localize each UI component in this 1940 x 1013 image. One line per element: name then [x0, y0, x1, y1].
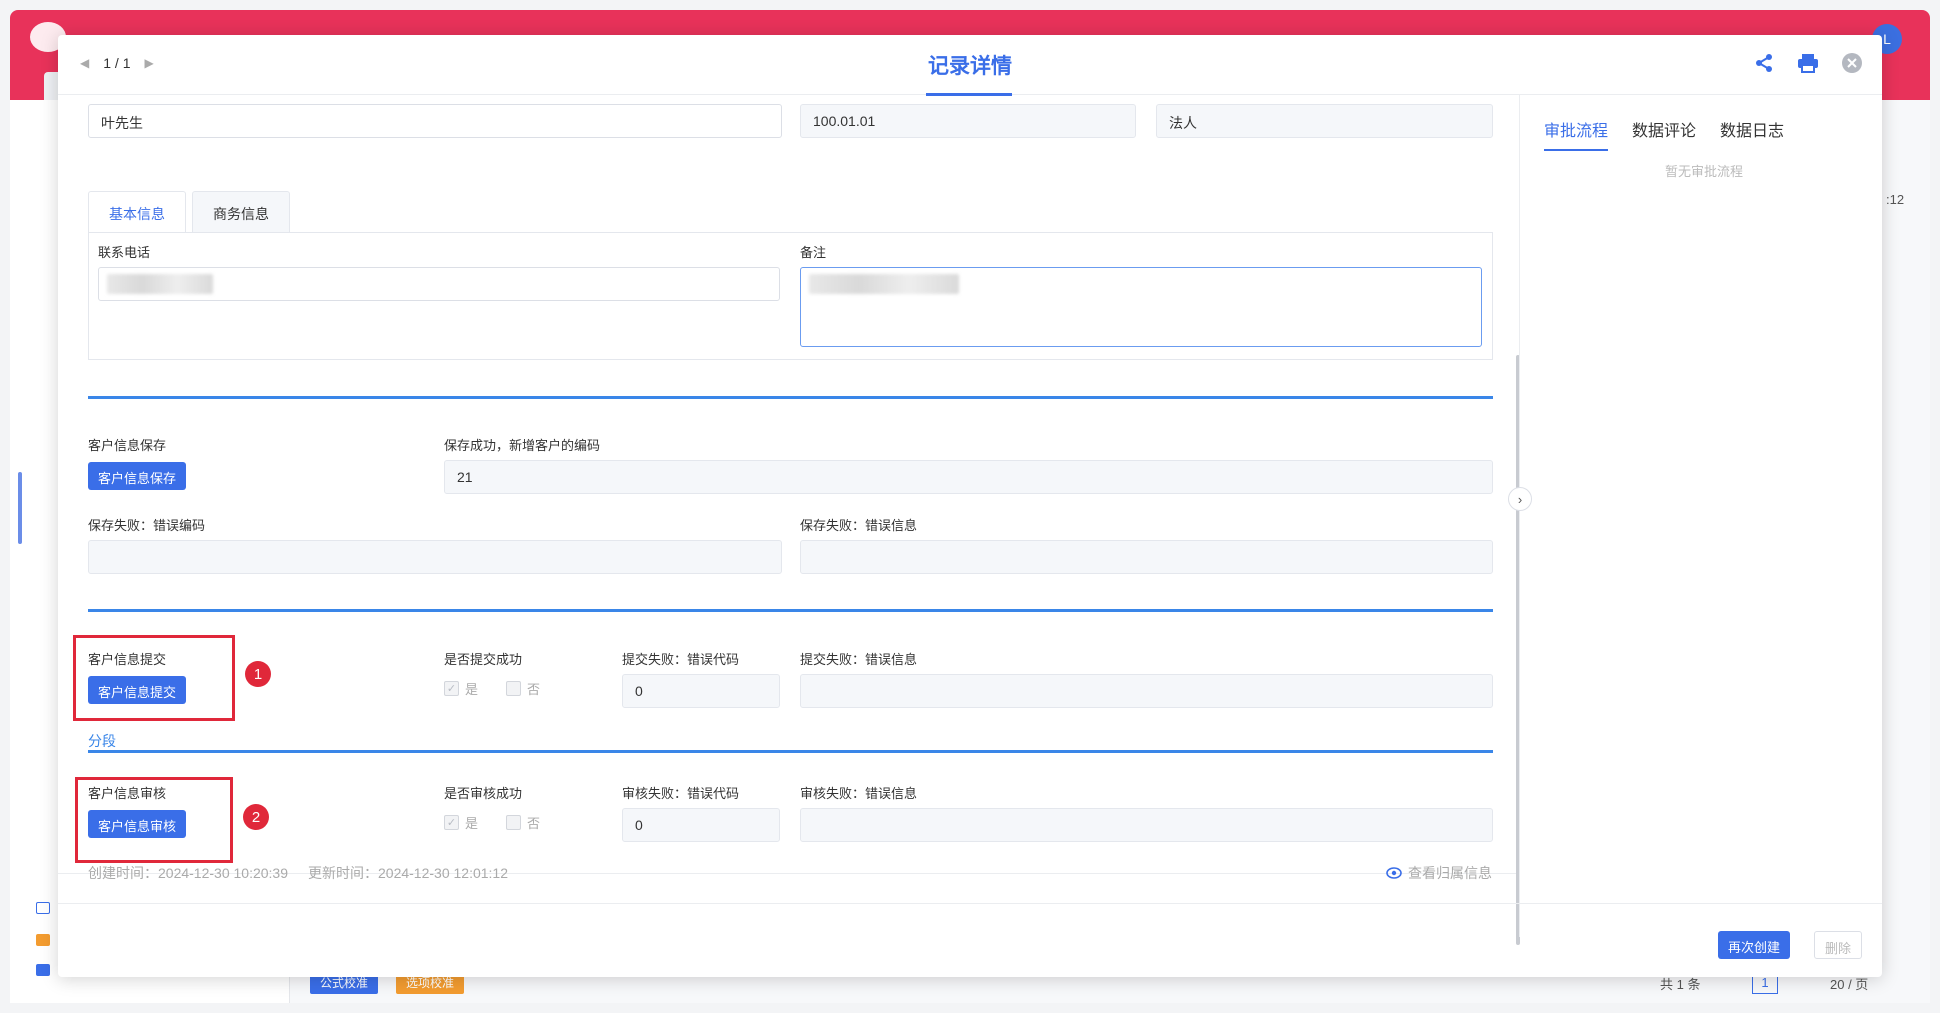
tab-basic-info[interactable]: 基本信息 [88, 191, 186, 233]
checkbox-icon [506, 681, 521, 696]
checkbox-icon [506, 815, 521, 830]
tab-business-info[interactable]: 商务信息 [192, 191, 290, 233]
submit-success-label: 是否提交成功 [444, 652, 523, 667]
customer-type-field: 法人 [1156, 104, 1493, 138]
customer-review-button[interactable]: 客户信息审核 [88, 810, 187, 838]
remark-label: 备注 [800, 245, 827, 260]
recreate-button[interactable]: 再次创建 [1718, 931, 1791, 959]
modal-title: 记录详情 [928, 55, 1012, 78]
section-divider [88, 609, 1493, 612]
print-icon[interactable] [1796, 51, 1820, 75]
record-form: 叶先生 100.01.01 法人 基本信息 商务信息 联系电话 备注 客户信息保… [58, 95, 1519, 875]
approval-empty-text: 暂无审批流程 [1664, 164, 1743, 179]
review-no-checkbox: 否 [506, 813, 540, 832]
review-section-label: 客户信息审核 [88, 786, 167, 801]
record-timestamps: 创建时间：2024-12-30 10:20:39 更新时间：2024-12-30… [88, 863, 508, 883]
remark-field[interactable] [800, 267, 1482, 347]
table-icon[interactable] [36, 934, 50, 946]
remark-redacted [809, 274, 959, 294]
submit-err-msg-label: 提交失败：错误信息 [800, 652, 918, 667]
step-badge-2: 2 [243, 804, 269, 830]
phone-redacted [107, 274, 213, 294]
view-owner-label: 查看归属信息 [1408, 865, 1492, 881]
eye-icon [1386, 867, 1402, 879]
submit-yes-checkbox: ✓ 是 [444, 679, 478, 698]
share-icon[interactable] [1752, 51, 1776, 75]
tab-data-comments[interactable]: 数据评论 [1632, 117, 1696, 151]
sidebar-scroll-indicator [18, 472, 22, 544]
created-time: 创建时间：2024-12-30 10:20:39 [88, 865, 288, 881]
right-panel-tabs: 审批流程 数据评论 数据日志 [1544, 117, 1784, 151]
customer-submit-button[interactable]: 客户信息提交 [88, 676, 187, 704]
bg-time-fragment: :12 [1886, 192, 1905, 207]
save-section-label: 客户信息保存 [88, 438, 167, 453]
modal-footer-divider [58, 903, 1882, 904]
save-err-msg-label: 保存失败：错误信息 [800, 518, 918, 533]
modal-header: ◀ 1 / 1 ▶ 记录详情 [58, 35, 1882, 96]
review-err-msg-field [800, 808, 1493, 842]
checkbox-checked-icon: ✓ [444, 681, 459, 696]
submit-section-label: 客户信息提交 [88, 652, 167, 667]
customer-name-field[interactable]: 叶先生 [88, 104, 782, 138]
tab-data-log[interactable]: 数据日志 [1720, 117, 1784, 151]
review-err-code-label: 审核失败：错误代码 [622, 786, 740, 801]
save-err-msg-field [800, 540, 1493, 574]
submit-no-checkbox: 否 [506, 679, 540, 698]
review-no-label: 否 [527, 816, 541, 831]
review-err-code-field: 0 [622, 808, 780, 842]
info-tabs: 基本信息 商务信息 [88, 191, 296, 233]
submit-no-label: 否 [527, 682, 541, 697]
submit-err-code-label: 提交失败：错误代码 [622, 652, 740, 667]
panel-divider [1519, 95, 1520, 937]
review-yes-checkbox: ✓ 是 [444, 813, 478, 832]
record-detail-modal: ◀ 1 / 1 ▶ 记录详情 叶先生 100.01.01 法人 基本信息 商务信… [58, 35, 1882, 977]
tab-approval-flow[interactable]: 审批流程 [1544, 117, 1609, 151]
folder-icon[interactable] [36, 964, 50, 976]
customer-code-field: 100.01.01 [800, 104, 1136, 138]
save-err-code-field [88, 540, 782, 574]
section-divider [88, 396, 1493, 399]
save-code-label: 保存成功，新增客户的编码 [444, 438, 601, 453]
delete-button[interactable]: 删除 [1814, 931, 1863, 959]
review-yes-label: 是 [465, 816, 479, 831]
customer-save-button[interactable]: 客户信息保存 [88, 462, 187, 490]
submit-err-msg-field [800, 674, 1493, 708]
updated-time: 更新时间：2024-12-30 12:01:12 [308, 865, 508, 881]
review-success-label: 是否审核成功 [444, 786, 523, 801]
doc-icon[interactable] [36, 902, 50, 914]
step-badge-1: 1 [245, 661, 271, 687]
section-divider [88, 750, 1493, 753]
segment-label: 分段 [88, 733, 116, 749]
save-err-code-label: 保存失败：错误编码 [88, 518, 206, 533]
review-err-msg-label: 审核失败：错误信息 [800, 786, 918, 801]
phone-field[interactable] [98, 267, 780, 301]
close-icon[interactable] [1840, 51, 1864, 75]
save-code-field: 21 [444, 460, 1493, 494]
chevron-right-icon[interactable]: › [1508, 487, 1532, 511]
checkbox-checked-icon: ✓ [444, 815, 459, 830]
submit-yes-label: 是 [465, 682, 479, 697]
view-owner-link[interactable]: 查看归属信息 [1386, 863, 1492, 883]
phone-label: 联系电话 [98, 245, 151, 260]
submit-err-code-field: 0 [622, 674, 780, 708]
